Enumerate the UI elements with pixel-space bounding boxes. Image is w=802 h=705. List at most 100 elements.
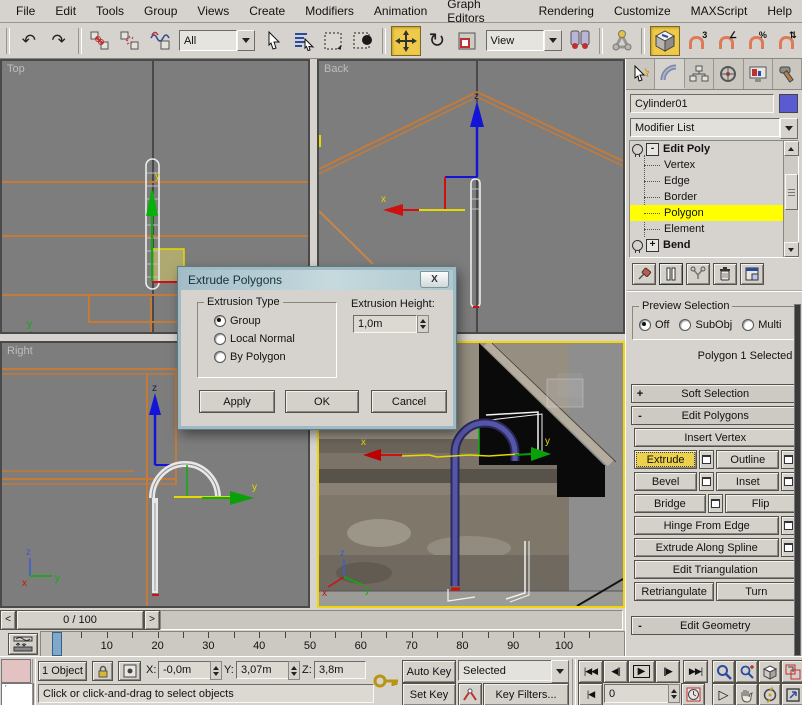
tab-create[interactable] [626,59,655,89]
menu-animation[interactable]: Animation [364,1,437,21]
menu-tools[interactable]: Tools [86,1,134,21]
pan-view-icon[interactable] [735,683,758,705]
menu-rendering[interactable]: Rendering [529,1,604,21]
current-frame-field[interactable]: 0 [604,684,672,703]
scroll-thumb[interactable] [785,174,798,210]
selection-lock-toggle-icon[interactable] [92,661,113,681]
stack-scrollbar[interactable] [783,141,798,257]
select-and-manipulate-icon[interactable] [608,27,636,55]
use-pivot-point-center-icon[interactable] [567,27,595,55]
bridge-button[interactable]: Bridge [634,494,706,513]
absolute-offset-mode-icon[interactable] [118,661,141,681]
angle-snap-toggle-icon[interactable]: ∠ [712,27,740,55]
extrude-along-spline-button[interactable]: Extrude Along Spline [634,538,779,557]
object-name-field[interactable]: Cylinder01 [630,94,774,113]
chevron-down-icon[interactable] [544,30,562,51]
track-bar-frame-thumb[interactable] [52,632,62,656]
preview-off-radio[interactable]: Off [639,319,669,331]
snaps-toggle-icon[interactable] [650,26,680,56]
select-and-link-icon[interactable] [87,27,115,55]
undo-button[interactable]: ↶ [15,27,43,55]
time-slider-track[interactable] [160,610,623,630]
remove-modifier-icon[interactable] [713,263,737,285]
hinge-from-edge-button[interactable]: Hinge From Edge [634,516,779,535]
menu-file[interactable]: File [6,1,45,21]
extrusion-type-by-polygon-radio[interactable]: By Polygon [214,351,326,363]
percent-snap-toggle-icon[interactable]: % [741,27,769,55]
window-crossing-toggle-icon[interactable] [349,27,377,55]
next-frame-arrow-button[interactable]: > [144,610,160,630]
extrusion-type-group-radio[interactable]: Group [214,315,326,327]
auto-key-button[interactable]: Auto Key [402,660,456,683]
x-spinner[interactable] [210,661,222,680]
y-spinner[interactable] [288,661,300,680]
dialog-title-bar[interactable]: Extrude Polygons X [181,270,453,290]
preview-multi-radio[interactable]: Multi [742,319,781,331]
maximize-viewport-toggle-icon[interactable] [781,683,802,705]
maxscript-mini-listener[interactable]: ' [1,683,34,705]
menu-maxscript[interactable]: MAXScript [681,1,758,21]
cancel-button[interactable]: Cancel [371,390,447,413]
play-animation-button[interactable]: ▶ [628,660,655,683]
x-coordinate-field[interactable]: -0,0m [158,661,214,679]
tab-display[interactable] [744,59,773,89]
tab-modify[interactable] [655,59,684,89]
menu-edit[interactable]: Edit [45,1,86,21]
pin-stack-icon[interactable] [632,263,656,285]
rollout-soft-selection[interactable]: + Soft Selection [631,384,797,403]
arc-rotate-icon[interactable] [758,683,781,705]
select-and-move-icon[interactable] [391,26,421,56]
flip-button[interactable]: Flip [725,494,797,513]
modifier-stack-item-edge[interactable]: Edge [630,173,783,189]
object-color-swatch[interactable] [779,94,798,113]
turn-button[interactable]: Turn [716,582,796,601]
show-end-result-icon[interactable] [659,263,683,285]
menu-views[interactable]: Views [187,1,239,21]
menu-create[interactable]: Create [239,1,295,21]
spinner-snap-toggle-icon[interactable]: ⇅ [771,27,799,55]
expand-toggle-icon[interactable]: - [646,143,659,156]
modifier-stack-item-polygon[interactable]: Polygon [630,205,783,221]
settings-dialog-icon[interactable] [699,450,714,469]
open-mini-curve-editor-icon[interactable] [8,633,38,655]
snap-3d-icon[interactable]: 3 [682,27,710,55]
frame-spinner[interactable] [668,684,680,703]
tab-motion[interactable] [714,59,743,89]
time-configuration-icon[interactable] [681,683,705,705]
tab-utilities[interactable] [773,59,802,89]
expand-toggle-icon[interactable]: + [646,239,659,252]
redo-button[interactable]: ↷ [45,27,73,55]
visibility-bulb-icon[interactable] [632,240,643,251]
go-to-start-button[interactable]: |◀◀ [578,660,603,683]
close-icon[interactable]: X [420,271,449,288]
inset-button[interactable]: Inset [716,472,779,491]
key-filters-button[interactable]: Key Filters... [483,683,569,705]
next-frame-button[interactable]: ||▶ [655,660,680,683]
extrusion-type-local-normal-radio[interactable]: Local Normal [214,333,326,345]
outline-button[interactable]: Outline [716,450,779,469]
unlink-selection-icon[interactable] [116,27,144,55]
modifier-stack-item-edit-poly[interactable]: -Edit Poly [630,141,783,157]
time-slider-thumb[interactable]: 0 / 100 [16,610,144,630]
insert-vertex-button[interactable]: Insert Vertex [634,428,796,447]
zoom-extents-all-icon[interactable] [781,660,802,683]
selection-filter-dropdown[interactable]: All [179,30,255,51]
y-coordinate-field[interactable]: 3,07m [236,661,292,679]
menu-customize[interactable]: Customize [604,1,681,21]
zoom-all-icon[interactable] [735,660,758,683]
chevron-down-icon[interactable] [780,118,798,139]
modifier-list-dropdown[interactable]: Modifier List [630,118,798,137]
settings-dialog-icon[interactable] [699,472,714,491]
extrusion-height-field[interactable]: 1,0m [353,315,417,333]
zoom-icon[interactable] [712,660,735,683]
scroll-down-icon[interactable] [784,242,799,257]
reference-coordinate-dropdown[interactable]: View [486,30,562,51]
edit-triangulation-button[interactable]: Edit Triangulation [634,560,796,579]
modifier-stack-item-border[interactable]: Border [630,189,783,205]
bind-to-space-warp-icon[interactable] [146,27,174,55]
previous-frame-button[interactable]: ◀|| [603,660,628,683]
command-panel-scrollbar[interactable] [794,304,801,656]
set-key-button[interactable]: Set Key [402,683,456,705]
maxscript-mini-listener-macro[interactable] [1,659,31,683]
visibility-bulb-icon[interactable] [632,144,643,155]
